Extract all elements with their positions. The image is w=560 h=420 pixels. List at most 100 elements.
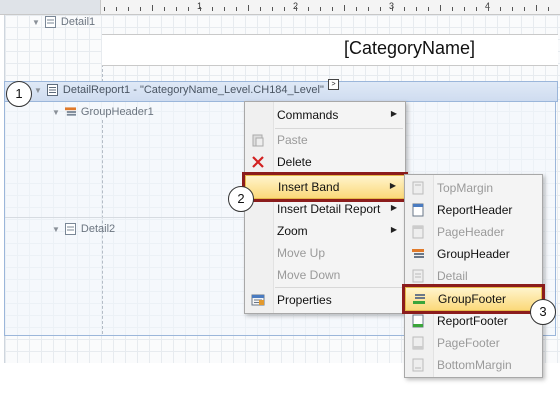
- ruler-tick: [488, 7, 489, 11]
- menu-separator: [275, 287, 403, 288]
- ruler-corner: [0, 0, 101, 14]
- ruler-tick: [236, 7, 237, 11]
- ruler-tick: [260, 7, 261, 11]
- menu-item-label: Properties: [277, 293, 332, 307]
- group-header-icon: [64, 107, 76, 116]
- ruler-tick: [416, 7, 417, 11]
- ruler-tick: [524, 7, 525, 11]
- ruler-tick: [428, 7, 429, 11]
- submenu-item-pagefooter[interactable]: PageFooter: [405, 332, 542, 354]
- menu-item-label: Commands: [277, 108, 339, 122]
- band-detail1[interactable]: ▼ Detail1: [32, 16, 95, 28]
- submenu-item-pageheader[interactable]: PageHeader: [405, 221, 542, 243]
- submenu-item-groupheader[interactable]: GroupHeader: [405, 243, 542, 265]
- band-label: GroupHeader1: [80, 106, 154, 118]
- ruler-tick: [440, 5, 441, 11]
- ruler-tick: [320, 7, 321, 11]
- callout-one: 1: [6, 81, 32, 107]
- ruler-tick: [404, 7, 405, 11]
- ruler-tick: [104, 7, 105, 11]
- detail-icon: [412, 269, 424, 283]
- ruler-tick: [116, 7, 117, 11]
- properties-icon: [251, 294, 265, 306]
- ruler-tick: [176, 7, 177, 11]
- ruler-tick: [380, 7, 381, 11]
- band-separator: [5, 217, 245, 218]
- collapse-arrow-icon[interactable]: ▼: [52, 108, 60, 117]
- band-group-header[interactable]: ▼ GroupHeader1: [52, 106, 154, 118]
- ruler-tick: [356, 7, 357, 11]
- category-name-field[interactable]: [CategoryName]: [344, 38, 475, 59]
- top-margin-icon: [412, 181, 424, 195]
- band-detail-report[interactable]: ▼ DetailReport1 - "CategoryName_Level.CH…: [34, 84, 324, 96]
- collapse-arrow-icon[interactable]: ▼: [32, 18, 40, 27]
- page-header-icon: [412, 225, 424, 239]
- ruler-tick: [464, 7, 465, 11]
- menu-item-label: ReportFooter: [437, 314, 508, 328]
- band-label: DetailReport1 - "CategoryName_Level.CH18…: [62, 84, 324, 96]
- submenu-item-bottommargin[interactable]: BottomMargin: [405, 354, 542, 376]
- ruler-tick: [500, 7, 501, 11]
- band-detail-icon: [44, 16, 56, 28]
- menu-item-label: Insert Detail Report: [277, 202, 381, 216]
- menu-item-properties[interactable]: Properties: [245, 289, 405, 311]
- group-footer-icon: [413, 294, 425, 304]
- ruler-tick: [188, 7, 189, 11]
- page-footer-icon: [412, 336, 424, 350]
- menu-item-paste[interactable]: Paste: [245, 129, 405, 151]
- band-detail-icon: [64, 223, 76, 235]
- submenu-arrow-icon: ▶: [390, 109, 397, 118]
- menu-item-commands[interactable]: Commands ▶: [245, 104, 405, 126]
- ruler-tick: [164, 7, 165, 11]
- menu-item-label: Paste: [277, 133, 308, 147]
- menu-item-label: TopMargin: [437, 181, 494, 195]
- report-footer-icon: [412, 314, 424, 328]
- ruler-tick: [308, 7, 309, 11]
- menu-item-move-down[interactable]: Move Down: [245, 264, 405, 286]
- menu-item-label: GroupFooter: [438, 292, 507, 306]
- menu-item-move-up[interactable]: Move Up: [245, 242, 405, 264]
- band-detail2[interactable]: ▼ Detail2: [52, 223, 115, 235]
- ruler-tick: [284, 7, 285, 11]
- menu-item-insert-band[interactable]: Insert Band ▶: [242, 172, 408, 202]
- ruler-tick: [212, 7, 213, 11]
- submenu-item-reportheader[interactable]: ReportHeader: [405, 199, 542, 221]
- submenu-item-groupfooter[interactable]: GroupFooter: [402, 284, 545, 314]
- report-header-icon: [412, 203, 424, 217]
- menu-item-label: Move Down: [277, 268, 341, 282]
- submenu-item-detail[interactable]: Detail: [405, 265, 542, 287]
- ruler-tick: [296, 7, 297, 11]
- band-label: Detail2: [80, 223, 116, 235]
- ruler-tick: [536, 5, 537, 11]
- menu-item-label: PageHeader: [437, 225, 505, 239]
- ruler-tick: [344, 5, 345, 11]
- menu-item-delete[interactable]: Delete: [245, 151, 405, 173]
- paste-icon: [252, 134, 264, 147]
- horizontal-ruler: 1 2 3 4: [0, 0, 560, 15]
- delete-icon: [252, 156, 264, 168]
- callout-two: 2: [228, 186, 254, 212]
- menu-item-label: Delete: [277, 155, 312, 169]
- category-label-box[interactable]: [102, 34, 558, 66]
- ruler-tick: [512, 7, 513, 11]
- menu-item-label: Zoom: [277, 224, 308, 238]
- menu-item-label: BottomMargin: [437, 358, 512, 372]
- smart-tag-icon[interactable]: >: [328, 79, 339, 90]
- detail-report-icon: [46, 84, 58, 96]
- submenu-arrow-icon: ▶: [390, 203, 397, 212]
- ruler-tick: [128, 7, 129, 11]
- ruler-tick: [200, 7, 201, 11]
- ruler-tick: [332, 7, 333, 11]
- submenu-item-reportfooter[interactable]: ReportFooter: [405, 310, 542, 332]
- ruler-tick: [548, 7, 549, 11]
- ruler-tick: [272, 7, 273, 11]
- collapse-arrow-icon[interactable]: ▼: [52, 225, 60, 234]
- menu-item-insert-detail-report[interactable]: Insert Detail Report ▶: [245, 198, 405, 220]
- menu-item-label: ReportHeader: [437, 203, 513, 217]
- menu-item-label: PageFooter: [437, 336, 500, 350]
- submenu-item-topmargin[interactable]: TopMargin: [405, 177, 542, 199]
- band-label: Detail1: [60, 16, 96, 28]
- collapse-arrow-icon[interactable]: ▼: [34, 86, 42, 95]
- submenu-arrow-icon: ▶: [390, 225, 397, 234]
- menu-item-zoom[interactable]: Zoom ▶: [245, 220, 405, 242]
